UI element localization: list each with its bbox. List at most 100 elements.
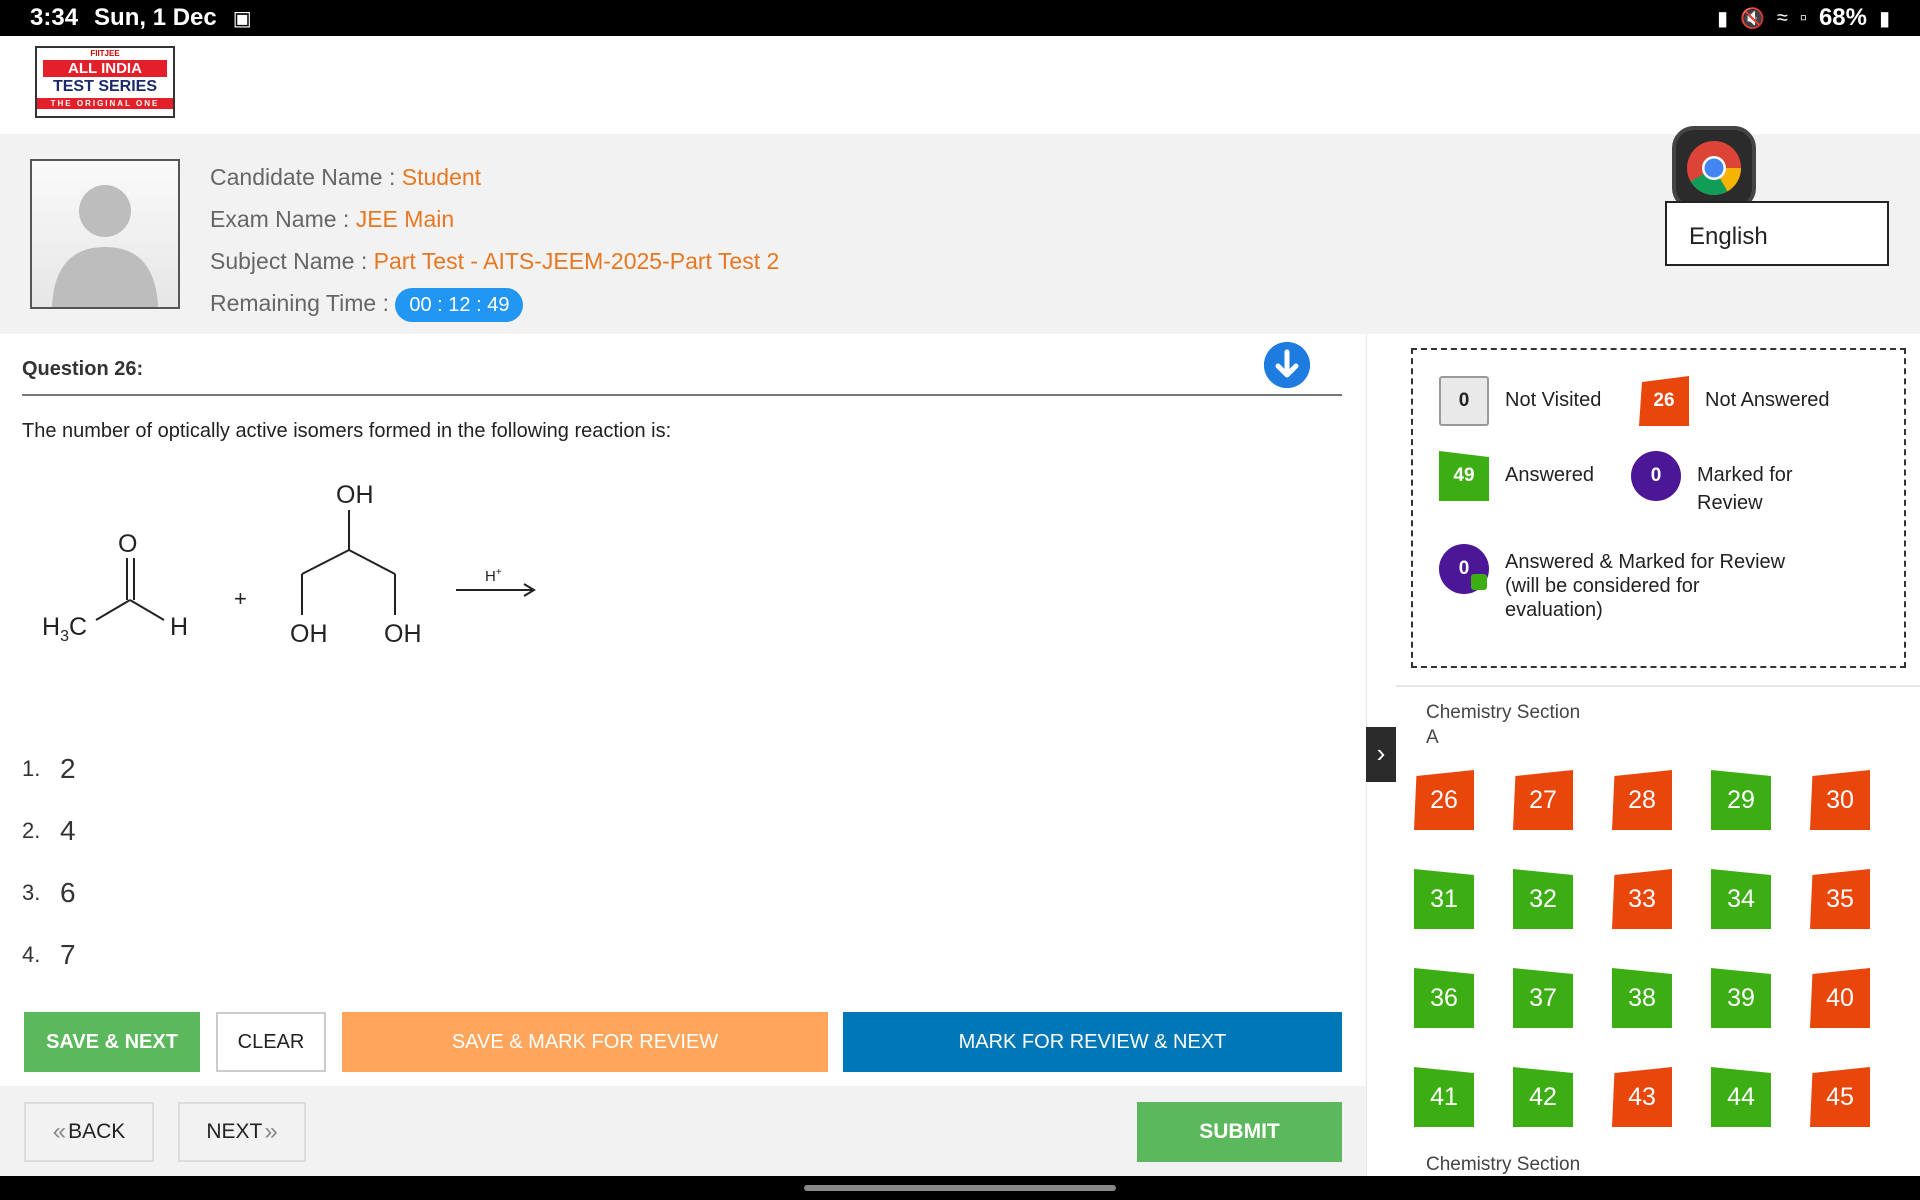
battery-saver-icon: ▮	[1716, 7, 1728, 30]
legend-not-answered: 26 Not Answered	[1639, 376, 1830, 426]
avatar-silhouette-icon	[52, 185, 158, 307]
plus-sign: +	[234, 586, 247, 611]
reaction-diagram: O H3C H + OH OH OH H+	[30, 470, 550, 665]
option-4[interactable]: 4. 7	[22, 924, 76, 986]
svg-text:H3C: H3C	[42, 613, 87, 645]
candidate-info-bar: Candidate Name : Student Exam Name : JEE…	[0, 134, 1920, 334]
signal-icon: ▫	[1799, 6, 1807, 29]
glycerol-oh-left: OH	[290, 620, 328, 648]
mark-review-next-button[interactable]: MARK FOR REVIEW & NEXT	[843, 1012, 1342, 1072]
remaining-time-row: Remaining Time : 00 : 12 : 49	[210, 282, 779, 324]
subject-name-label: Subject Name :	[210, 248, 368, 274]
marked-review-line1: Marked for	[1697, 464, 1793, 486]
next-section-title: Chemistry Section	[1426, 1154, 1581, 1175]
answered-chip: 49	[1439, 451, 1489, 501]
scroll-down-button[interactable]	[1264, 342, 1310, 388]
logo-bar: FIITJEE ALL INDIA TEST SERIES THE ORIGIN…	[0, 36, 1920, 134]
logo-line3: THE ORIGINAL ONE	[37, 98, 173, 109]
marked-review-chip: 0	[1631, 451, 1681, 501]
answered-marked-count: 0	[1458, 558, 1470, 579]
palette-question-43[interactable]: 43	[1612, 1067, 1672, 1127]
palette-question-44[interactable]: 44	[1711, 1067, 1771, 1127]
logo-line1: ALL INDIA	[43, 60, 167, 77]
home-handle[interactable]	[804, 1185, 1116, 1191]
palette-question-38[interactable]: 38	[1612, 968, 1672, 1028]
candidate-photo	[30, 159, 180, 309]
palette-question-41[interactable]: 41	[1414, 1067, 1474, 1127]
palette-question-29[interactable]: 29	[1711, 770, 1771, 830]
option-number: 1.	[22, 756, 41, 781]
back-button[interactable]: « BACK	[24, 1102, 154, 1162]
legend-answered-marked: 0 Answered & Marked for Review (will be …	[1439, 544, 1785, 622]
collapse-panel-button[interactable]: ›	[1366, 727, 1396, 782]
chrome-bubble-icon[interactable]	[1672, 126, 1756, 210]
battery-icon: ▮	[1878, 7, 1890, 30]
section-title: Chemistry Section A	[1426, 700, 1626, 750]
palette-question-42[interactable]: 42	[1513, 1067, 1573, 1127]
candidate-name-row: Candidate Name : Student	[210, 156, 779, 198]
methyl-c-label: C	[69, 613, 87, 641]
save-mark-review-button[interactable]: SAVE & MARK FOR REVIEW	[342, 1012, 828, 1072]
submit-button[interactable]: SUBMIT	[1137, 1102, 1342, 1162]
logo-line2: TEST SERIES	[52, 78, 158, 95]
next-label: NEXT	[206, 1120, 263, 1143]
logo-brand: FIITJEE	[90, 49, 120, 58]
palette-question-27[interactable]: 27	[1513, 770, 1573, 830]
not-answered-chip: 26	[1639, 376, 1689, 426]
section-name-line1: Chemistry Section	[1426, 702, 1581, 723]
palette-question-40[interactable]: 40	[1810, 968, 1870, 1028]
option-text: 4	[60, 815, 76, 846]
answered-label: Answered	[1505, 464, 1594, 486]
option-3[interactable]: 3. 6	[22, 862, 76, 924]
language-select[interactable]: English	[1665, 201, 1889, 266]
answered-marked-line2: (will be considered for	[1505, 575, 1700, 597]
methyl-h-label: H	[42, 613, 60, 641]
palette-question-33[interactable]: 33	[1612, 869, 1672, 929]
option-text: 2	[60, 753, 76, 784]
test-series-logo[interactable]: FIITJEE ALL INDIA TEST SERIES THE ORIGIN…	[35, 46, 175, 118]
exam-name-label: Exam Name :	[210, 206, 350, 232]
palette-question-32[interactable]: 32	[1513, 869, 1573, 929]
mute-icon: 🔇	[1739, 7, 1765, 30]
candidate-name-label: Candidate Name :	[210, 164, 396, 190]
palette-question-31[interactable]: 31	[1414, 869, 1474, 929]
legend-answered: 49 Answered	[1439, 451, 1594, 501]
palette-question-30[interactable]: 30	[1810, 770, 1870, 830]
answered-marked-label: Answered & Marked for Review (will be co…	[1505, 544, 1785, 622]
clock: 3:34	[30, 4, 79, 31]
answered-marked-line1: Answered & Marked for Review	[1505, 551, 1786, 573]
palette-question-28[interactable]: 28	[1612, 770, 1672, 830]
save-next-button[interactable]: SAVE & NEXT	[24, 1012, 200, 1072]
option-2[interactable]: 2. 4	[22, 800, 76, 862]
date: Sun, 1 Dec	[94, 4, 217, 31]
aldehyde-h-label: H	[170, 613, 188, 641]
back-label: BACK	[68, 1120, 126, 1143]
palette-question-26[interactable]: 26	[1414, 770, 1474, 830]
battery-level: 68%	[1818, 4, 1867, 31]
palette-question-45[interactable]: 45	[1810, 1067, 1870, 1127]
marked-review-line2: Review	[1697, 492, 1763, 514]
svg-text:H+: H+	[485, 567, 502, 585]
remaining-time-badge: 00 : 12 : 49	[395, 288, 524, 322]
exam-name-row: Exam Name : JEE Main	[210, 198, 779, 240]
glycerol-oh-right: OH	[384, 620, 422, 648]
palette-question-34[interactable]: 34	[1711, 869, 1771, 929]
palette-question-39[interactable]: 39	[1711, 968, 1771, 1028]
carbonyl-oxygen-label: O	[118, 530, 137, 558]
option-number: 3.	[22, 880, 41, 905]
methyl-subscript: 3	[60, 628, 69, 645]
status-legend: 0 Not Visited 26 Not Answered 49 Answere…	[1411, 348, 1906, 668]
subject-name: Part Test - AITS-JEEM-2025-Part Test 2	[373, 248, 780, 274]
option-1[interactable]: 1. 2	[22, 738, 76, 800]
double-chevron-left-icon: «	[52, 1118, 67, 1145]
chevron-right-icon: ›	[1376, 738, 1386, 768]
clear-button[interactable]: CLEAR	[216, 1012, 326, 1072]
question-header: Question 26:	[22, 336, 1342, 396]
palette-question-37[interactable]: 37	[1513, 968, 1573, 1028]
next-button[interactable]: NEXT »	[178, 1102, 306, 1162]
not-visited-chip: 0	[1439, 376, 1489, 426]
not-visited-label: Not Visited	[1505, 389, 1602, 411]
palette-question-36[interactable]: 36	[1414, 968, 1474, 1028]
palette-question-35[interactable]: 35	[1810, 869, 1870, 929]
navigation-bar: « BACK NEXT » SUBMIT	[0, 1086, 1366, 1176]
